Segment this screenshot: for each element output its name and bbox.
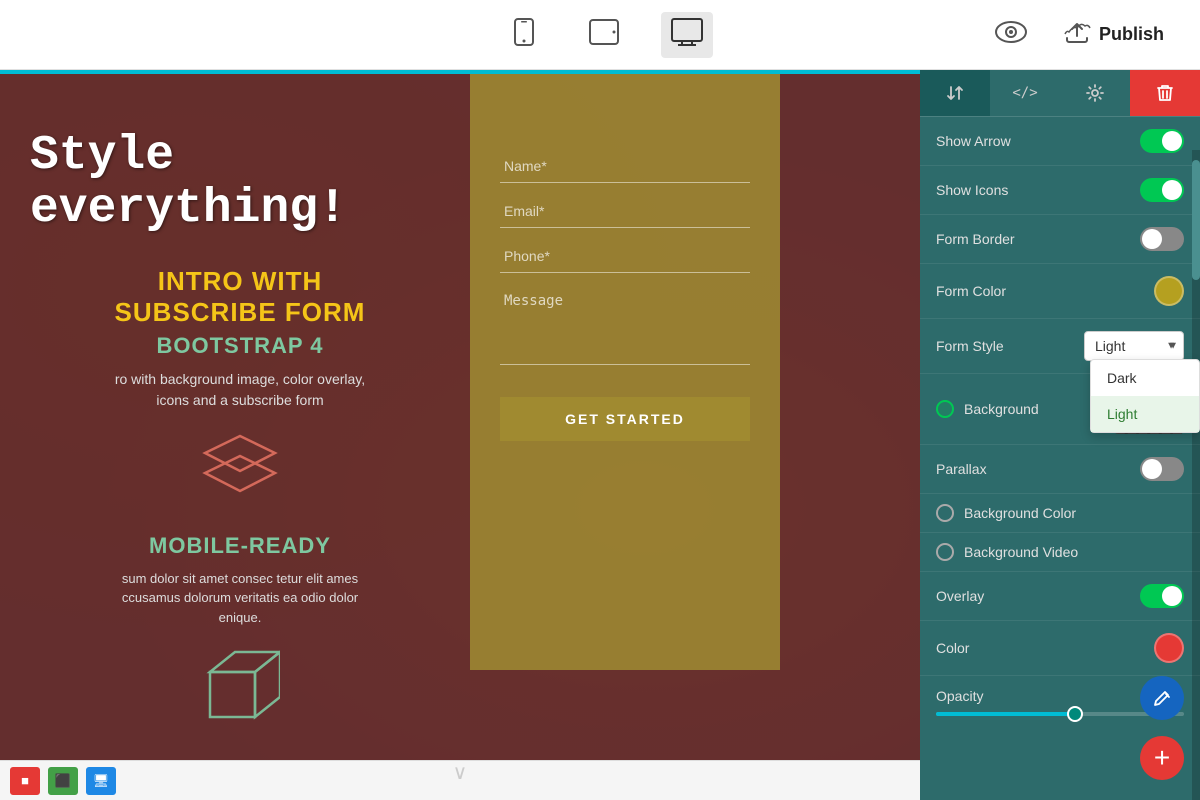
message-input[interactable] [500,285,750,365]
main-title: Style everything! [30,130,450,236]
scrollbar[interactable] [1192,150,1200,800]
chevron-down-icon[interactable]: ∨ [453,760,468,785]
stack-icon [30,431,450,513]
background-radio[interactable] [936,400,954,418]
form-style-label: Form Style [936,338,1004,354]
bootstrap-label: BOOTSTRAP 4 [30,333,450,359]
box-icon [30,647,450,739]
overlay-row: Overlay [920,572,1200,621]
email-input[interactable] [500,195,750,228]
lorem-text: sum dolor sit amet consec tetur elit ame… [30,569,450,628]
form-style-select-wrapper: Light Dark ▼ [1084,331,1184,361]
mobile-ready-label: MOBILE-READY [30,533,450,559]
intro-title: INTRO WITH SUBSCRIBE FORM [30,266,450,328]
left-content: Style everything! INTRO WITH SUBSCRIBE F… [0,70,470,800]
settings-button[interactable] [1060,70,1130,116]
publish-button[interactable]: Publish [1047,12,1180,58]
teal-border [0,70,920,74]
desktop-icon[interactable] [661,12,713,58]
form-border-label: Form Border [936,231,1015,247]
tablet-icon[interactable] [577,10,631,60]
canvas: Style everything! INTRO WITH SUBSCRIBE F… [0,70,920,800]
form-style-row: Form Style Light Dark ▼ Dark Light [920,319,1200,374]
toolbar-right: Publish [995,12,1180,58]
bg-video-row: Background Video [920,533,1200,572]
top-toolbar: Publish [0,0,1200,70]
bg-color-label: Background Color [964,505,1076,521]
bg-video-radio[interactable] [936,543,954,561]
overlay-label: Overlay [936,588,984,604]
panel-toolbar: </> [920,70,1200,117]
opacity-label: Opacity [936,688,983,704]
dropdown-item-light[interactable]: Light [1091,396,1199,432]
form-area: GET STARTED [470,70,780,670]
get-started-button[interactable]: GET STARTED [500,397,750,441]
form-border-toggle[interactable] [1140,227,1184,251]
bg-color-row: Background Color [920,494,1200,533]
opacity-slider-thumb[interactable] [1067,706,1083,722]
name-input[interactable] [500,150,750,183]
dropdown-item-dark[interactable]: Dark [1091,360,1199,396]
show-icons-label: Show Icons [936,182,1008,198]
parallax-label: Parallax [936,461,987,477]
sort-button[interactable] [920,70,990,116]
form-style-select[interactable]: Light Dark [1084,331,1184,361]
right-panel: </> Show Arrow [920,70,1200,800]
intro-title-line2: SUBSCRIBE FORM [115,297,366,327]
upload-icon [1063,20,1091,50]
parallax-row: Parallax [920,445,1200,494]
color-row: Color [920,621,1200,676]
form-border-row: Form Border [920,215,1200,264]
mobile-icon[interactable] [501,10,547,60]
preview-icon[interactable] [995,19,1027,50]
canvas-content: Style everything! INTRO WITH SUBSCRIBE F… [0,70,920,800]
intro-title-line1: INTRO WITH [158,266,323,296]
code-icon: </> [1012,85,1037,101]
parallax-toggle[interactable] [1140,457,1184,481]
main-area: Style everything! INTRO WITH SUBSCRIBE F… [0,70,1200,800]
delete-button[interactable] [1130,70,1200,116]
code-button[interactable]: </> [990,70,1060,116]
show-icons-row: Show Icons [920,166,1200,215]
color-label: Color [936,640,969,656]
show-arrow-row: Show Arrow [920,117,1200,166]
description: ro with background image, color overlay,… [30,369,450,411]
overlay-toggle[interactable] [1140,584,1184,608]
color-picker[interactable] [1154,633,1184,663]
form-style-dropdown: Dark Light [1090,359,1200,433]
background-label: Background [964,401,1039,417]
phone-input[interactable] [500,240,750,273]
show-arrow-label: Show Arrow [936,133,1011,149]
form-color-picker[interactable] [1154,276,1184,306]
scrollbar-thumb [1192,160,1200,280]
form-color-label: Form Color [936,283,1006,299]
show-arrow-toggle[interactable] [1140,129,1184,153]
edit-button[interactable] [1140,676,1184,720]
publish-label: Publish [1099,24,1164,45]
bg-color-radio[interactable] [936,504,954,522]
add-button[interactable]: + [1140,736,1184,780]
show-icons-toggle[interactable] [1140,178,1184,202]
device-switcher [501,10,713,60]
plus-icon: + [1154,744,1170,772]
background-row-left: Background [936,400,1039,418]
form-color-row: Form Color [920,264,1200,319]
opacity-slider-fill [936,712,1072,716]
bg-video-label: Background Video [964,544,1078,560]
